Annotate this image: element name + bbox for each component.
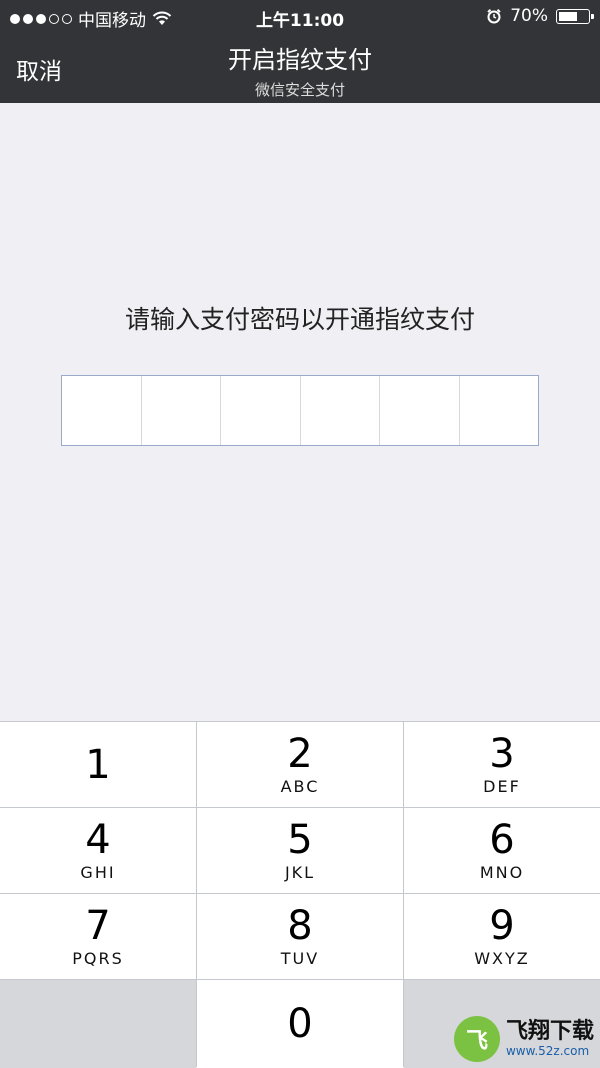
pin-digit-5[interactable] bbox=[380, 376, 460, 445]
key-0[interactable]: 0 bbox=[197, 980, 403, 1068]
key-6[interactable]: 6 MNO bbox=[404, 808, 600, 893]
pin-digit-3[interactable] bbox=[221, 376, 301, 445]
key-letters: JKL bbox=[284, 863, 316, 882]
key-letters: MNO bbox=[479, 863, 525, 882]
key-number: 2 bbox=[287, 731, 313, 777]
watermark-brand: 飞翔下载 bbox=[505, 1019, 594, 1045]
key-8[interactable]: 8 TUV bbox=[197, 894, 403, 979]
key-number: 3 bbox=[489, 731, 515, 777]
key-number: 4 bbox=[85, 817, 111, 863]
key-number: 6 bbox=[489, 817, 515, 863]
status-bar: 中国移动 上午11:00 70% bbox=[0, 0, 600, 34]
key-letters: TUV bbox=[280, 949, 320, 968]
key-number: 5 bbox=[287, 817, 313, 863]
key-number: 8 bbox=[287, 903, 313, 949]
password-prompt: 请输入支付密码以开通指纹支付 bbox=[124, 305, 475, 334]
battery-percent: 70% bbox=[510, 6, 548, 26]
key-number: 7 bbox=[85, 903, 111, 949]
watermark-url: www.52z.com bbox=[505, 1043, 590, 1058]
pin-digit-2[interactable] bbox=[142, 376, 221, 445]
pin-digit-1[interactable] bbox=[62, 376, 142, 445]
delete-key[interactable]: 飞 飞翔下载 www.52z.com bbox=[404, 980, 600, 1068]
alarm-clock-icon bbox=[487, 9, 501, 24]
key-empty bbox=[0, 980, 196, 1068]
nav-title-group: 开启指纹支付 微信安全支付 bbox=[0, 40, 600, 100]
page-title: 开启指纹支付 bbox=[228, 46, 372, 74]
key-letters: PQRS bbox=[72, 949, 124, 968]
key-number: 0 bbox=[287, 1001, 313, 1047]
pin-digit-6[interactable] bbox=[460, 376, 539, 445]
key-7[interactable]: 7 PQRS bbox=[0, 894, 196, 979]
watermark-logo-icon: 飞 bbox=[453, 1016, 500, 1062]
key-5[interactable]: 5 JKL bbox=[197, 808, 403, 893]
battery-icon bbox=[556, 8, 594, 24]
numeric-keypad: 1 2 ABC 3 DEF 4 GHI 5 JKL 6 MNO 7 PQRS 8 TUV 9W… bbox=[0, 721, 600, 1068]
key-number: 1 bbox=[85, 741, 111, 788]
key-letters: DEF bbox=[483, 777, 521, 796]
pin-input[interactable] bbox=[61, 375, 539, 446]
key-letters: GHI bbox=[80, 863, 116, 882]
status-right: 70% bbox=[486, 6, 594, 26]
page-subtitle: 微信安全支付 bbox=[254, 81, 345, 99]
key-number: 9 bbox=[489, 903, 515, 949]
watermark: 飞 飞翔下载 www.52z.com bbox=[453, 1016, 594, 1062]
key-4[interactable]: 4 GHI bbox=[0, 808, 196, 893]
key-1[interactable]: 1 bbox=[0, 722, 196, 807]
key-letters: WXYZ bbox=[474, 949, 530, 968]
header: 中国移动 上午11:00 70% 取消 开启指纹支付 微信安全支付 bbox=[0, 0, 600, 103]
key-letters: ABC bbox=[280, 777, 320, 796]
pin-digit-4[interactable] bbox=[301, 376, 380, 445]
key-3[interactable]: 3 DEF bbox=[404, 722, 600, 807]
key-2[interactable]: 2 ABC bbox=[197, 722, 403, 807]
key-9[interactable]: 9 WXYZ bbox=[404, 894, 600, 979]
